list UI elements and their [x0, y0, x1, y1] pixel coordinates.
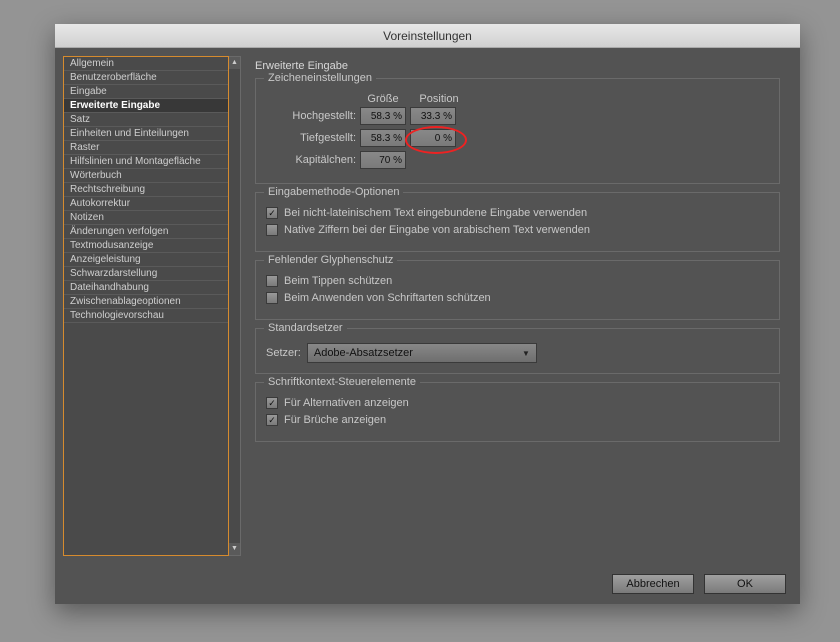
checkbox-alternatives[interactable]: ✓ Für Alternativen anzeigen: [266, 397, 769, 409]
sidebar-item-14[interactable]: Anzeigeleistung: [64, 253, 228, 267]
select-value: Adobe-Absatzsetzer: [314, 347, 413, 359]
composer-select[interactable]: Adobe-Absatzsetzer ▼: [307, 343, 537, 363]
position-input[interactable]: 0 %: [410, 129, 456, 147]
row-label: Tiefgestellt:: [266, 132, 356, 144]
input-method-group: Eingabemethode-Optionen ✓ Bei nicht-late…: [255, 192, 780, 252]
sidebar-item-7[interactable]: Hilfslinien und Montagefläche: [64, 155, 228, 169]
main-panel: Erweiterte Eingabe Zeicheneinstellungen …: [243, 56, 792, 556]
sidebar-item-18[interactable]: Technologievorschau: [64, 309, 228, 323]
column-headers: Größe Position: [360, 93, 769, 105]
sidebar-item-2[interactable]: Eingabe: [64, 85, 228, 99]
sidebar-item-16[interactable]: Dateihandhabung: [64, 281, 228, 295]
size-input[interactable]: 58.3 %: [360, 107, 406, 125]
composer-group: Standardsetzer Setzer: Adobe-Absatzsetze…: [255, 328, 780, 374]
font-context-group: Schriftkontext-Steuerelemente ✓ Für Alte…: [255, 382, 780, 442]
sidebar-item-15[interactable]: Schwarzdarstellung: [64, 267, 228, 281]
checkbox-protect-typing[interactable]: Beim Tippen schützen: [266, 275, 769, 287]
group-legend: Eingabemethode-Optionen: [264, 186, 403, 198]
group-legend: Schriftkontext-Steuerelemente: [264, 376, 420, 388]
checkbox-icon[interactable]: ✓: [266, 207, 278, 219]
category-sidebar: AllgemeinBenutzeroberflächeEingabeErweit…: [63, 56, 229, 556]
character-settings-group: Zeicheneinstellungen Größe Position Hoch…: [255, 78, 780, 184]
checkbox-label: Native Ziffern bei der Eingabe von arabi…: [284, 224, 590, 236]
sidebar-item-3[interactable]: Erweiterte Eingabe: [64, 99, 228, 113]
position-input[interactable]: 33.3 %: [410, 107, 456, 125]
checkbox-label: Für Alternativen anzeigen: [284, 397, 409, 409]
group-legend: Standardsetzer: [264, 322, 347, 334]
sidebar-item-8[interactable]: Wörterbuch: [64, 169, 228, 183]
sidebar-scrollbar[interactable]: ▲ ▼: [229, 56, 241, 556]
sidebar-item-5[interactable]: Einheiten und Einteilungen: [64, 127, 228, 141]
sidebar-wrap: AllgemeinBenutzeroberflächeEingabeErweit…: [63, 56, 241, 556]
char-row-0: Hochgestellt: 58.3 %33.3 %: [266, 107, 769, 125]
scroll-down-icon[interactable]: ▼: [229, 543, 240, 555]
composer-label: Setzer:: [266, 347, 301, 359]
checkbox-fractions[interactable]: ✓ Für Brüche anzeigen: [266, 414, 769, 426]
row-label: Kapitälchen:: [266, 154, 356, 166]
ok-button[interactable]: OK: [704, 574, 786, 594]
checkbox-label: Beim Tippen schützen: [284, 275, 392, 287]
col-size: Größe: [360, 93, 406, 105]
chevron-down-icon: ▼: [522, 349, 530, 358]
size-input[interactable]: 58.3 %: [360, 129, 406, 147]
checkbox-label: Beim Anwenden von Schriftarten schützen: [284, 292, 491, 304]
size-input[interactable]: 70 %: [360, 151, 406, 169]
checkbox-native-digits[interactable]: Native Ziffern bei der Eingabe von arabi…: [266, 224, 769, 236]
sidebar-item-6[interactable]: Raster: [64, 141, 228, 155]
composer-row: Setzer: Adobe-Absatzsetzer ▼: [266, 343, 769, 363]
checkbox-icon[interactable]: [266, 292, 278, 304]
sidebar-item-11[interactable]: Notizen: [64, 211, 228, 225]
sidebar-item-0[interactable]: Allgemein: [64, 57, 228, 71]
row-label: Hochgestellt:: [266, 110, 356, 122]
window-titlebar: Voreinstellungen: [55, 24, 800, 48]
window-title: Voreinstellungen: [383, 29, 472, 43]
checkbox-nonlatin[interactable]: ✓ Bei nicht-lateinischem Text eingebunde…: [266, 207, 769, 219]
group-legend: Zeicheneinstellungen: [264, 72, 376, 84]
panel-title: Erweiterte Eingabe: [255, 60, 780, 72]
col-position: Position: [416, 93, 462, 105]
sidebar-item-1[interactable]: Benutzeroberfläche: [64, 71, 228, 85]
char-row-2: Kapitälchen: 70 %: [266, 151, 769, 169]
scroll-up-icon[interactable]: ▲: [229, 57, 240, 69]
sidebar-item-17[interactable]: Zwischenablageoptionen: [64, 295, 228, 309]
sidebar-item-12[interactable]: Änderungen verfolgen: [64, 225, 228, 239]
checkbox-icon[interactable]: ✓: [266, 414, 278, 426]
checkbox-label: Für Brüche anzeigen: [284, 414, 386, 426]
sidebar-item-4[interactable]: Satz: [64, 113, 228, 127]
cancel-button[interactable]: Abbrechen: [612, 574, 694, 594]
glyph-protect-group: Fehlender Glyphenschutz Beim Tippen schü…: [255, 260, 780, 320]
checkbox-icon[interactable]: [266, 275, 278, 287]
preferences-window: Voreinstellungen AllgemeinBenutzeroberfl…: [55, 24, 800, 604]
sidebar-item-9[interactable]: Rechtschreibung: [64, 183, 228, 197]
char-row-1: Tiefgestellt: 58.3 %0 %: [266, 129, 769, 147]
sidebar-item-13[interactable]: Textmodusanzeige: [64, 239, 228, 253]
dialog-footer: Abbrechen OK: [612, 574, 786, 594]
sidebar-item-10[interactable]: Autokorrektur: [64, 197, 228, 211]
checkbox-label: Bei nicht-lateinischem Text eingebundene…: [284, 207, 587, 219]
checkbox-protect-fonts[interactable]: Beim Anwenden von Schriftarten schützen: [266, 292, 769, 304]
group-legend: Fehlender Glyphenschutz: [264, 254, 397, 266]
content-area: AllgemeinBenutzeroberflächeEingabeErweit…: [55, 48, 800, 564]
checkbox-icon[interactable]: ✓: [266, 397, 278, 409]
checkbox-icon[interactable]: [266, 224, 278, 236]
